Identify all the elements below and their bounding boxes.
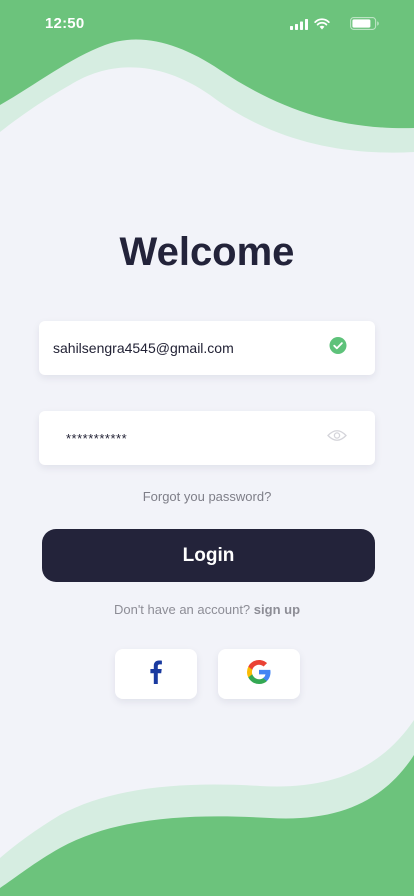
signal-icon [290, 17, 308, 35]
forgot-password-link[interactable]: Forgot you password? [0, 489, 414, 504]
battery-icon [350, 17, 380, 35]
eye-icon[interactable] [327, 429, 347, 448]
password-field[interactable]: *********** [39, 411, 375, 465]
status-bar: 12:50 [0, 0, 414, 48]
check-circle-icon [329, 337, 347, 360]
signup-prompt: Don't have an account? sign up [0, 602, 414, 617]
login-button[interactable]: Login [42, 529, 375, 582]
google-login-button[interactable] [218, 649, 300, 699]
google-icon [247, 659, 271, 689]
signup-link[interactable]: sign up [254, 602, 300, 617]
page-title: Welcome [119, 230, 295, 274]
signup-prompt-text: Don't have an account? [113, 602, 251, 617]
email-field[interactable]: sahilsengra4545@gmail.com [39, 321, 375, 375]
email-value[interactable]: sahilsengra4545@gmail.com [53, 340, 375, 356]
wifi-icon [314, 17, 330, 35]
status-time: 12:50 [45, 15, 85, 32]
facebook-login-button[interactable] [115, 649, 197, 699]
status-icons [290, 17, 380, 35]
facebook-icon [150, 659, 162, 689]
